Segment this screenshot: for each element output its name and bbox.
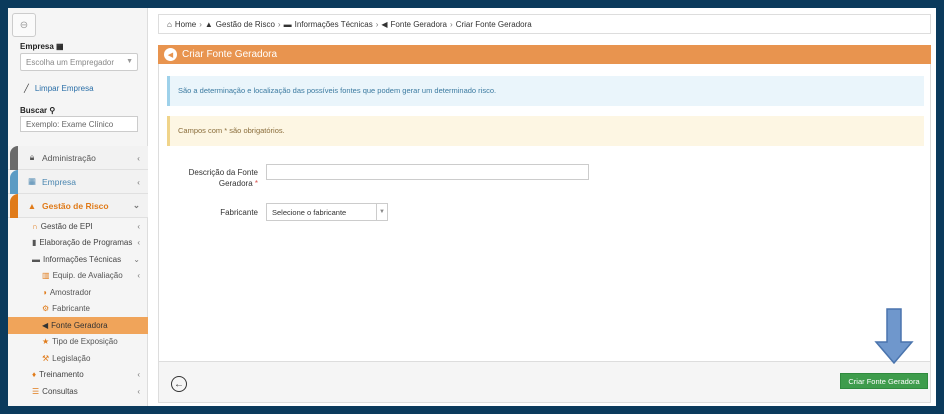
- descricao-input[interactable]: [266, 164, 589, 180]
- breadcrumb-home[interactable]: Home: [175, 20, 196, 29]
- info-alert: São a determinação e localização das pos…: [167, 76, 924, 106]
- chevron-down-icon: ⌄: [133, 254, 140, 264]
- sidebar-item-informacoes-tecnicas[interactable]: ▬ Informações Técnicas ⌄: [8, 251, 148, 268]
- buscar-label: Buscar ⚲: [20, 106, 56, 115]
- sidebar-item-empresa[interactable]: ▦ Empresa ‹: [8, 170, 148, 194]
- folder-open-icon: ▬: [32, 254, 40, 264]
- sidebar-item-legislacao[interactable]: ⚒ Legislação: [8, 350, 148, 367]
- building-icon: ▦: [56, 42, 64, 51]
- breadcrumb-fonte-geradora[interactable]: Fonte Geradora: [391, 20, 447, 29]
- empresa-label: Empresa ▦: [20, 42, 64, 51]
- chevron-left-icon: ‹: [137, 176, 140, 187]
- chevron-down-icon: ▼: [126, 58, 133, 65]
- gears-icon: ⚙: [42, 304, 50, 314]
- lock-icon: 🔒︎: [29, 152, 35, 162]
- sidebar-item-gestao-risco[interactable]: ▲ Gestão de Risco ⌄: [8, 194, 148, 218]
- descricao-label: Descrição da Fonte Geradora *: [188, 168, 258, 188]
- sidebar-item-amostrador[interactable]: ◑ Amostrador: [8, 284, 148, 301]
- sidebar-item-fonte-geradora[interactable]: ◀ Fonte Geradora: [8, 317, 148, 334]
- sidebar-item-consultas[interactable]: ☰ Consultas ‹: [8, 383, 148, 400]
- folder-open-icon: ▬: [283, 19, 292, 29]
- building-icon: ▦: [27, 176, 37, 186]
- list-icon: ☰: [32, 386, 40, 396]
- chevron-left-icon: ‹: [137, 370, 140, 380]
- breadcrumb-current: Criar Fonte Geradora: [455, 19, 532, 29]
- book-icon: ▮: [32, 238, 37, 248]
- breadcrumb: ⌂ Home › ▲ Gestão de Risco › ▬ Informaçõ…: [158, 14, 931, 34]
- chevron-left-icon: ‹: [137, 271, 140, 281]
- bar-chart-icon: ▥: [42, 271, 50, 281]
- sidebar-item-elaboracao-programas[interactable]: ▮ Elaboração de Programas ‹: [8, 235, 148, 252]
- chevron-left-icon: ‹: [137, 152, 140, 163]
- breadcrumb-separator: ›: [199, 19, 202, 29]
- panel-footer: ← Criar Fonte Geradora: [158, 361, 931, 403]
- empresa-select[interactable]: Escolha um Empregador ▼: [20, 53, 138, 71]
- warning-alert: Campos com * são obrigatórios.: [167, 116, 924, 146]
- breadcrumb-separator: ›: [450, 19, 453, 29]
- gavel-icon: ⚒: [42, 353, 50, 363]
- breadcrumb-informacoes-tecnicas[interactable]: Informações Técnicas: [295, 20, 373, 29]
- warning-alert-text: Campos com * são obrigatórios.: [178, 126, 285, 135]
- menu-accent-bar: [10, 194, 18, 218]
- panel-body: São a determinação e localização das pos…: [158, 64, 931, 361]
- sidebar-item-equip-avaliacao[interactable]: ▥ Equip. de Avaliação ‹: [8, 268, 148, 285]
- sidebar-item-gestao-epi[interactable]: ∩ Gestão de EPI ‹: [8, 218, 148, 235]
- home-icon: ⌂: [167, 19, 172, 29]
- half-circle-icon: ◑: [42, 287, 47, 297]
- chevron-left-icon: ‹: [137, 386, 140, 396]
- chevron-left-icon: ‹: [137, 238, 140, 248]
- fabricante-label: Fabricante: [220, 208, 258, 217]
- back-button[interactable]: ←: [171, 376, 187, 392]
- sidebar-item-tipo-exposicao[interactable]: ★ Tipo de Exposição: [8, 334, 148, 351]
- limpar-empresa-link[interactable]: ╱ Limpar Empresa: [24, 84, 94, 93]
- bullhorn-icon: ◀: [42, 320, 49, 330]
- sidebar-menu: 🔒︎ Administração ‹ ▦ Empresa ‹ ▲ Gestão …: [8, 146, 148, 400]
- page-title: Criar Fonte Geradora: [182, 49, 278, 60]
- app-frame: ⊖ Empresa ▦ Escolha um Empregador ▼ ╱ Li…: [8, 8, 936, 406]
- breadcrumb-separator: ›: [277, 19, 281, 29]
- sidebar-item-fabricante[interactable]: ⚙ Fabricante: [8, 301, 148, 318]
- search-input[interactable]: Exemplo: Exame Clínico: [20, 116, 138, 132]
- headset-icon: ∩: [32, 221, 38, 231]
- person-icon: ♦: [32, 370, 37, 380]
- menu-accent-bar: [10, 146, 18, 170]
- menu-accent-bar: [10, 170, 18, 194]
- warning-icon: ▲: [204, 19, 213, 29]
- warning-icon: ▲: [27, 200, 37, 211]
- annotation-arrow-down-icon: [874, 308, 914, 364]
- arrow-left-icon: ←: [174, 378, 184, 390]
- search-icon: ⚲: [49, 106, 56, 115]
- panel-header: ◀ Criar Fonte Geradora: [158, 45, 931, 64]
- chevron-left-icon: ‹: [137, 221, 140, 231]
- sidebar-item-treinamento[interactable]: ♦ Treinamento ‹: [8, 367, 148, 384]
- eraser-icon: ╱: [24, 84, 29, 93]
- star-icon: ★: [42, 337, 50, 347]
- breadcrumb-gestao-risco[interactable]: Gestão de Risco: [216, 20, 275, 29]
- info-alert-text: São a determinação e localização das pos…: [178, 86, 497, 95]
- sidebar: ⊖ Empresa ▦ Escolha um Empregador ▼ ╱ Li…: [8, 8, 148, 406]
- bullhorn-icon: ◀: [381, 19, 388, 29]
- bullhorn-icon: ◀: [164, 48, 177, 61]
- fabricante-select[interactable]: Selecione o fabricante ▼: [266, 203, 388, 221]
- main-content: ⌂ Home › ▲ Gestão de Risco › ▬ Informaçõ…: [158, 14, 936, 406]
- circle-arrow-left-icon: ⊖: [19, 19, 29, 31]
- required-asterisk: *: [254, 179, 258, 188]
- criar-fonte-geradora-button[interactable]: Criar Fonte Geradora: [840, 373, 928, 389]
- sidebar-collapse-button[interactable]: ⊖: [12, 13, 36, 37]
- chevron-down-icon: ▼: [376, 204, 387, 220]
- breadcrumb-separator: ›: [375, 19, 379, 29]
- chevron-down-icon: ⌄: [132, 200, 140, 210]
- sidebar-item-administracao[interactable]: 🔒︎ Administração ‹: [8, 146, 148, 170]
